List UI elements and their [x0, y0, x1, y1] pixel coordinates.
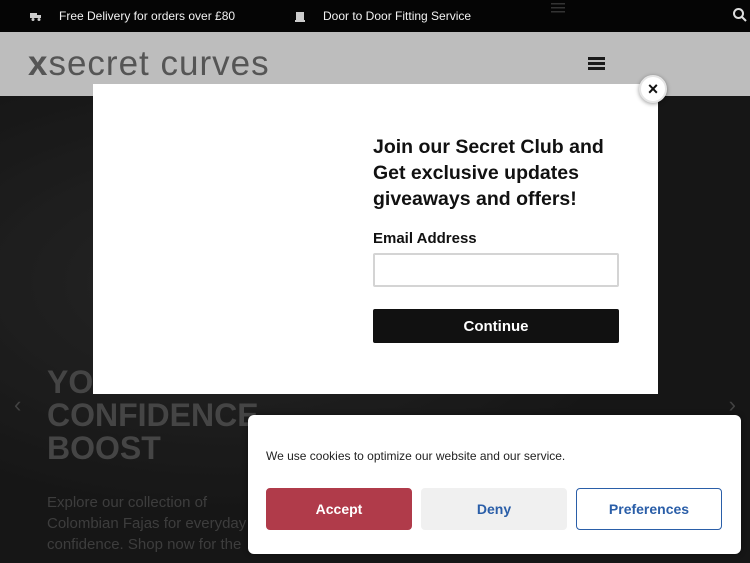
- announcement-bar: Free Delivery for orders over £80 Door t…: [0, 0, 750, 32]
- cookie-banner: We use cookies to optimize our website a…: [248, 415, 741, 554]
- cookie-message: We use cookies to optimize our website a…: [266, 449, 566, 463]
- menu-icon[interactable]: [549, 2, 567, 14]
- modal-heading: Join our Secret Club and Get exclusive u…: [373, 136, 604, 210]
- close-icon[interactable]: ×: [639, 75, 667, 103]
- email-field[interactable]: [373, 253, 619, 287]
- fitting-notice: Door to Door Fitting Service: [294, 9, 471, 23]
- preferences-button[interactable]: Preferences: [576, 488, 722, 530]
- email-label: Email Address: [373, 230, 477, 247]
- continue-button[interactable]: Continue: [373, 309, 619, 343]
- hanger-icon: [295, 12, 305, 22]
- deny-button[interactable]: Deny: [421, 488, 567, 530]
- accept-button[interactable]: Accept: [266, 488, 412, 530]
- hamburger-icon[interactable]: [588, 57, 605, 71]
- delivery-text: Free Delivery for orders over £80: [59, 9, 236, 23]
- delivery-notice: Free Delivery for orders over £80: [30, 9, 235, 23]
- fitting-text: Door to Door Fitting Service: [323, 9, 472, 23]
- search-icon[interactable]: [732, 7, 748, 23]
- newsletter-modal: Join our Secret Club and Get exclusive u…: [93, 84, 658, 394]
- logo-text: secret curves: [48, 44, 270, 83]
- truck-icon: [30, 13, 41, 21]
- site-logo[interactable]: xsecret curves: [28, 45, 270, 83]
- logo-mark: x: [28, 44, 49, 83]
